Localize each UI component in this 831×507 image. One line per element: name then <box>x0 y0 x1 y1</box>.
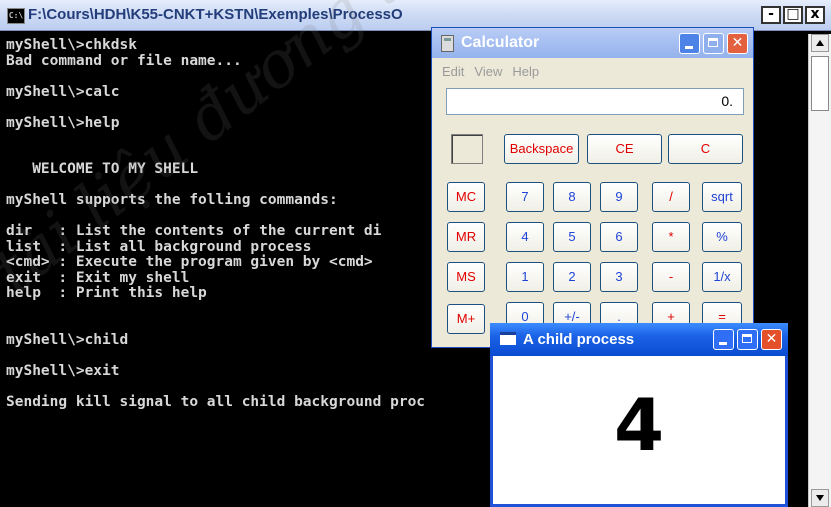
child-minimize-button[interactable] <box>713 329 734 350</box>
multiply-button[interactable]: * <box>652 222 690 252</box>
mr-button[interactable]: MR <box>447 222 485 252</box>
console-maximize-button[interactable]: □ <box>783 6 803 24</box>
calculator-menu-bar: Edit View Help <box>442 64 539 79</box>
child-counter-value: 4 <box>613 383 665 467</box>
console-close-button[interactable]: x <box>805 6 825 24</box>
reciprocal-button[interactable]: 1/x <box>702 262 742 292</box>
percent-button[interactable]: % <box>702 222 742 252</box>
console-line: WELCOME TO MY SHELL <box>6 161 199 177</box>
arrow-down-icon <box>816 495 824 501</box>
scroll-thumb[interactable] <box>811 56 829 111</box>
console-line: dir : List the contents of the current d… <box>6 223 382 239</box>
mplus-button[interactable]: M+ <box>447 304 485 334</box>
calculator-minimize-button[interactable] <box>679 33 700 54</box>
calculator-title-bar[interactable]: Calculator ✕ <box>432 28 753 58</box>
menu-help[interactable]: Help <box>512 64 539 79</box>
calculator-close-button[interactable]: ✕ <box>727 33 748 54</box>
console-line: help : Print this help <box>6 285 207 301</box>
console-line: exit : Exit my shell <box>6 269 190 286</box>
console-line: myShell\>exit <box>6 362 120 379</box>
calculator-window: Calculator ✕ Edit View Help 0. Backspace… <box>431 27 754 348</box>
digit-6-button[interactable]: 6 <box>600 222 638 252</box>
calculator-display: 0. <box>446 88 744 115</box>
console-line: list : List all background process <box>6 238 312 255</box>
digit-8-button[interactable]: 8 <box>553 182 591 212</box>
digit-3-button[interactable]: 3 <box>600 262 638 292</box>
console-scrollbar[interactable] <box>808 34 831 507</box>
console-line: myShell\>help <box>6 114 120 131</box>
sqrt-button[interactable]: sqrt <box>702 182 742 212</box>
arrow-up-icon <box>816 40 824 46</box>
ce-button[interactable]: CE <box>587 134 662 164</box>
child-maximize-button[interactable] <box>737 329 758 350</box>
digit-5-button[interactable]: 5 <box>553 222 591 252</box>
calculator-icon <box>441 35 454 52</box>
console-line: Bad command or file name... <box>6 52 242 69</box>
digit-2-button[interactable]: 2 <box>553 262 591 292</box>
scroll-down-button[interactable] <box>811 489 829 507</box>
console-line: myShell supports the folling commands: <box>6 192 338 208</box>
calculator-title: Calculator <box>461 34 540 51</box>
digit-9-button[interactable]: 9 <box>600 182 638 212</box>
console-title: F:\Cours\HDH\K55-CNKT+KSTN\Exemples\Proc… <box>28 6 403 23</box>
console-output: myShell\>chkdsk Bad command or file name… <box>6 37 426 410</box>
child-title: A child process <box>523 331 635 348</box>
digit-7-button[interactable]: 7 <box>506 182 544 212</box>
scroll-up-button[interactable] <box>811 34 829 52</box>
window-icon <box>500 332 516 345</box>
clear-button[interactable]: C <box>668 134 743 164</box>
console-line: myShell\>chkdsk <box>6 37 137 53</box>
subtract-button[interactable]: - <box>652 262 690 292</box>
menu-view[interactable]: View <box>474 64 502 79</box>
ms-button[interactable]: MS <box>447 262 485 292</box>
console-line: <cmd> : Execute the program given by <cm… <box>6 254 373 270</box>
console-line: myShell\>child <box>6 331 129 348</box>
divide-button[interactable]: / <box>652 182 690 212</box>
child-title-bar[interactable]: A child process ✕ <box>490 323 788 356</box>
child-process-window: A child process ✕ 4 <box>490 323 788 507</box>
child-close-button[interactable]: ✕ <box>761 329 782 350</box>
console-line: myShell\>calc <box>6 83 120 100</box>
console-line: Sending kill signal to all child backgro… <box>6 393 426 410</box>
digit-4-button[interactable]: 4 <box>506 222 544 252</box>
cmd-icon: C:\ <box>7 8 25 24</box>
digit-1-button[interactable]: 1 <box>506 262 544 292</box>
memory-indicator <box>451 134 483 164</box>
backspace-button[interactable]: Backspace <box>504 134 579 164</box>
calculator-maximize-button[interactable] <box>703 33 724 54</box>
menu-edit[interactable]: Edit <box>442 64 464 79</box>
mc-button[interactable]: MC <box>447 182 485 212</box>
console-minimize-button[interactable]: - <box>761 6 781 24</box>
